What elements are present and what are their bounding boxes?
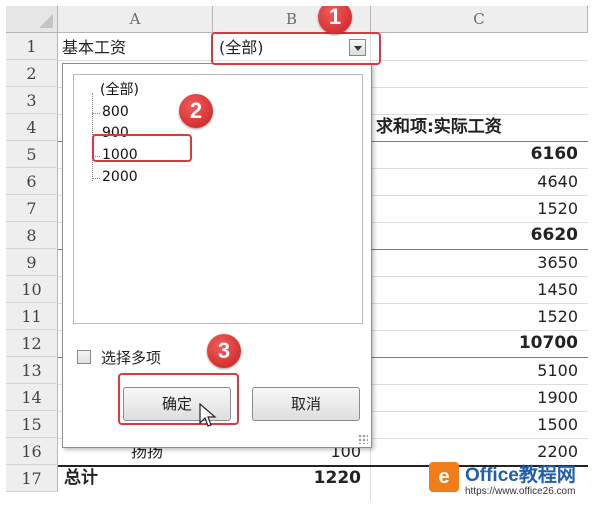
row-header[interactable]: 14 bbox=[6, 384, 58, 411]
row-header[interactable]: 13 bbox=[6, 357, 58, 384]
row-header[interactable]: 8 bbox=[6, 222, 58, 249]
tree-connector bbox=[92, 113, 100, 114]
pivot-value-cell[interactable]: 4640 bbox=[371, 168, 588, 195]
pivot-subtotal-cell[interactable]: 6160 bbox=[371, 141, 588, 168]
highlight-item-1000 bbox=[92, 134, 192, 162]
column-header-label: B bbox=[285, 10, 298, 28]
grand-total-label[interactable]: 总计 bbox=[64, 465, 204, 492]
step-badge-2: 2 bbox=[179, 94, 213, 128]
filter-item-list[interactable]: (全部) 800 900 1000 2000 bbox=[73, 74, 363, 324]
filter-item[interactable]: 800 bbox=[102, 103, 129, 121]
filter-item[interactable]: 2000 bbox=[102, 168, 138, 186]
row-header[interactable]: 17 bbox=[6, 465, 58, 492]
column-header-a[interactable]: A bbox=[58, 6, 213, 33]
row-header[interactable]: 3 bbox=[6, 87, 58, 114]
row-header[interactable]: 16 bbox=[6, 438, 58, 465]
pivot-value-cell[interactable]: 3650 bbox=[371, 249, 588, 276]
pivot-value-cell[interactable]: 1500 bbox=[371, 411, 588, 438]
multi-select-label[interactable]: 选择多项 bbox=[101, 347, 161, 368]
row-header[interactable]: 10 bbox=[6, 276, 58, 303]
row-header[interactable]: 12 bbox=[6, 330, 58, 357]
filter-item-all[interactable]: (全部) bbox=[100, 81, 139, 99]
multi-select-checkbox[interactable] bbox=[77, 350, 91, 364]
resize-grip-icon[interactable] bbox=[358, 434, 368, 444]
pivot-value-cell[interactable]: 1520 bbox=[371, 303, 588, 330]
highlight-ok-button bbox=[118, 373, 239, 425]
row-header[interactable]: 11 bbox=[6, 303, 58, 330]
cancel-button[interactable]: 取消 bbox=[252, 387, 360, 421]
highlight-filter-cell bbox=[211, 32, 381, 65]
pivot-value-cell[interactable]: 1900 bbox=[371, 384, 588, 411]
filter-field-label: 基本工资 bbox=[62, 38, 127, 57]
row-header[interactable]: 7 bbox=[6, 195, 58, 222]
row-header[interactable]: 15 bbox=[6, 411, 58, 438]
watermark-title: Office教程网 bbox=[465, 465, 576, 486]
row-header[interactable]: 2 bbox=[6, 60, 58, 87]
pivot-value-header[interactable]: 求和项:实际工资 bbox=[374, 114, 588, 141]
grand-total-value[interactable]: 1220 bbox=[213, 465, 371, 492]
select-all-corner[interactable] bbox=[6, 6, 58, 33]
pivot-value-cell[interactable]: 1520 bbox=[371, 195, 588, 222]
pivot-subtotal-cell[interactable]: 10700 bbox=[371, 330, 588, 357]
step-badge-3: 3 bbox=[207, 334, 241, 368]
watermark-url: https://www.office26.com bbox=[465, 486, 576, 497]
row-header[interactable]: 1 bbox=[6, 33, 58, 60]
pivot-subtotal-cell[interactable]: 6620 bbox=[371, 222, 588, 249]
pivot-value-cell[interactable]: 5100 bbox=[371, 357, 588, 384]
office-logo-icon: e bbox=[429, 462, 459, 492]
tree-connector bbox=[92, 178, 100, 179]
row-header[interactable]: 6 bbox=[6, 168, 58, 195]
column-header-label: C bbox=[473, 10, 485, 28]
row-header[interactable]: 4 bbox=[6, 114, 58, 141]
mouse-pointer-icon bbox=[199, 403, 217, 427]
pivot-value-cell[interactable]: 1450 bbox=[371, 276, 588, 303]
column-header-label: A bbox=[129, 10, 141, 28]
column-header-c[interactable]: C bbox=[371, 6, 588, 33]
row-header[interactable]: 5 bbox=[6, 141, 58, 168]
row-header[interactable]: 9 bbox=[6, 249, 58, 276]
site-watermark: e Office教程网 https://www.office26.com bbox=[429, 460, 589, 502]
spreadsheet-grid: A B C 1 2 3 4 5 6 7 8 9 10 11 12 13 14 1… bbox=[6, 6, 588, 501]
